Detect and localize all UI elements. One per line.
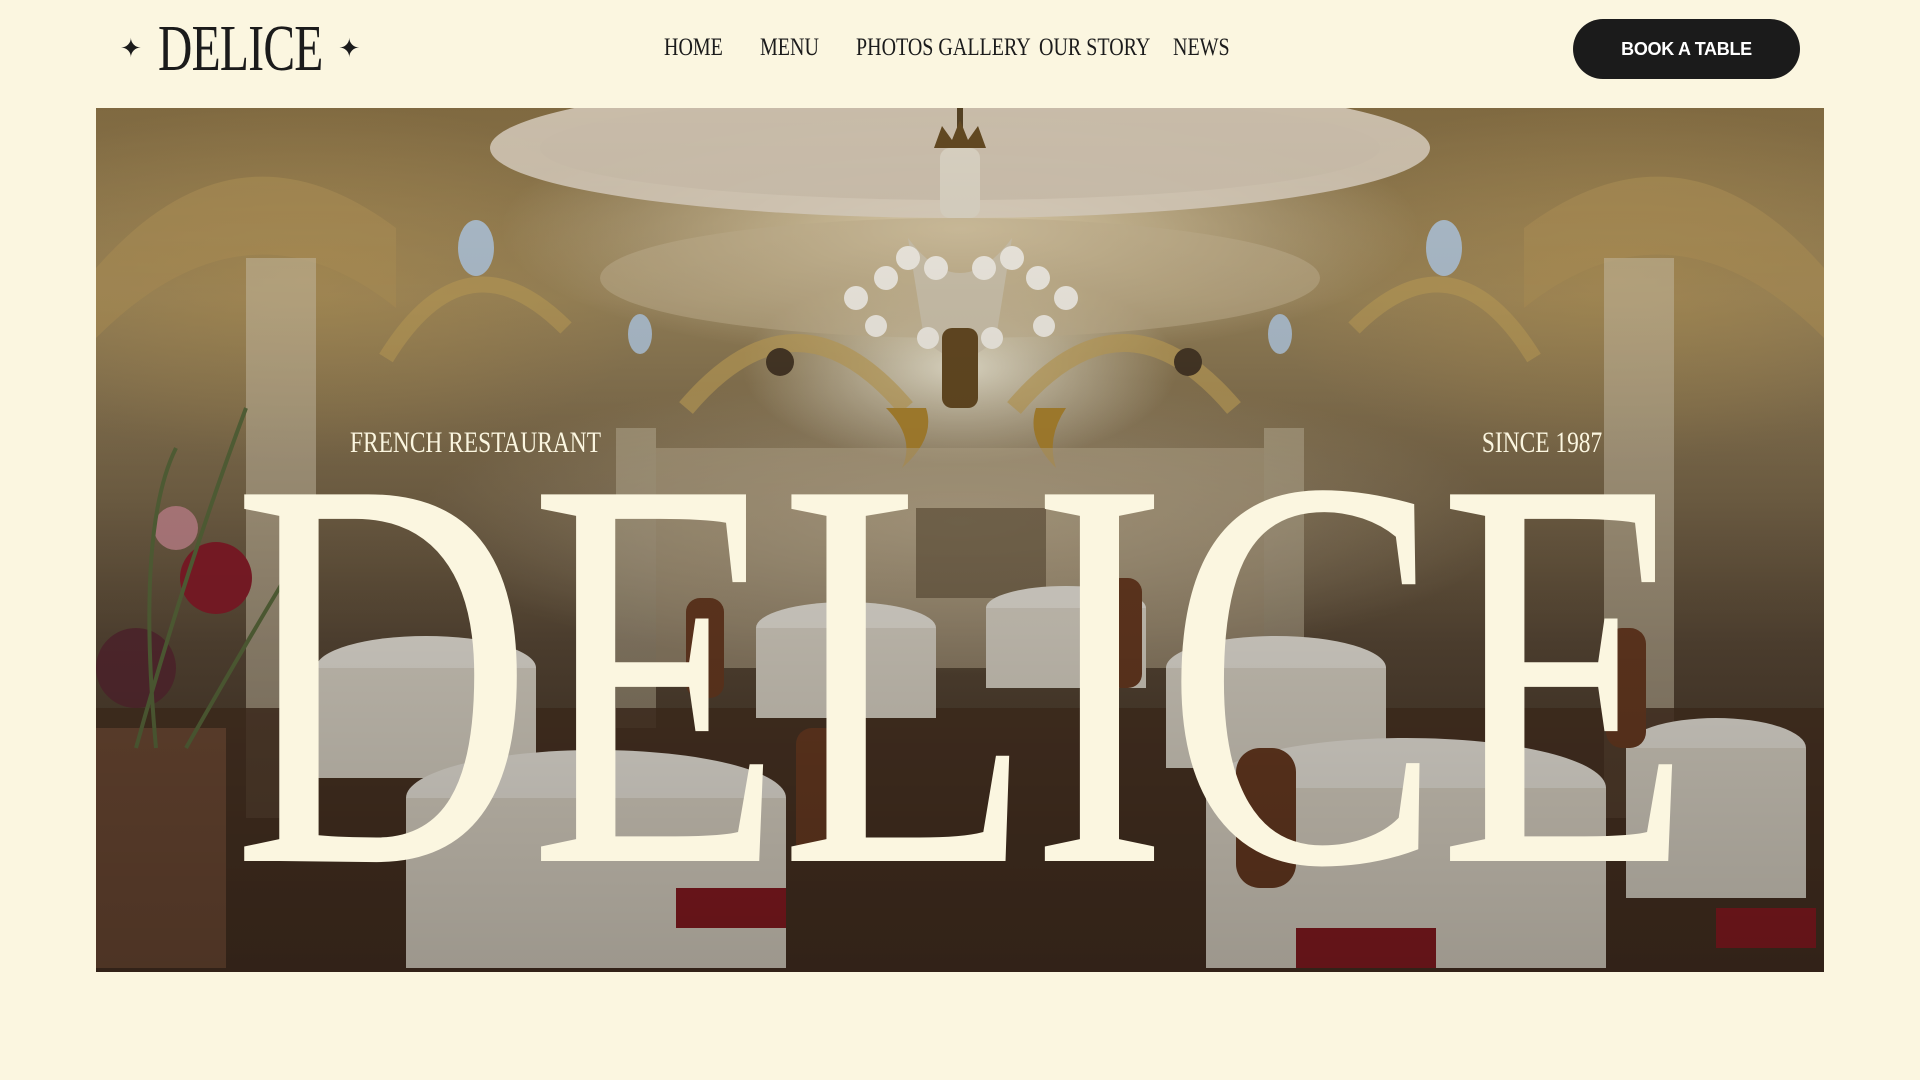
star-icon: ✦ — [338, 34, 361, 64]
nav-link-our-story[interactable]: OUR STORY — [1039, 34, 1150, 62]
hero-title-text: DELICE — [231, 363, 1693, 972]
nav-link-news[interactable]: NEWS — [1173, 34, 1230, 62]
book-a-table-button[interactable]: BOOK A TABLE — [1573, 19, 1800, 79]
hero-title: DELICE — [96, 363, 1824, 972]
nav-link-photos-gallery[interactable]: PHOTOS GALLERY — [856, 34, 1031, 62]
nav-link-home[interactable]: HOME — [664, 34, 723, 62]
top-navigation: ✦ DELICE ✦ HOME MENU PHOTOS GALLERY OUR … — [0, 0, 1920, 98]
star-icon: ✦ — [120, 34, 142, 64]
nav-link-menu[interactable]: MENU — [760, 34, 819, 62]
logo-text: DELICE — [157, 12, 323, 85]
brand-logo[interactable]: ✦ DELICE ✦ — [120, 14, 360, 84]
hero-banner: FRENCH RESTAURANT SINCE 1987 DELICE — [96, 108, 1824, 972]
